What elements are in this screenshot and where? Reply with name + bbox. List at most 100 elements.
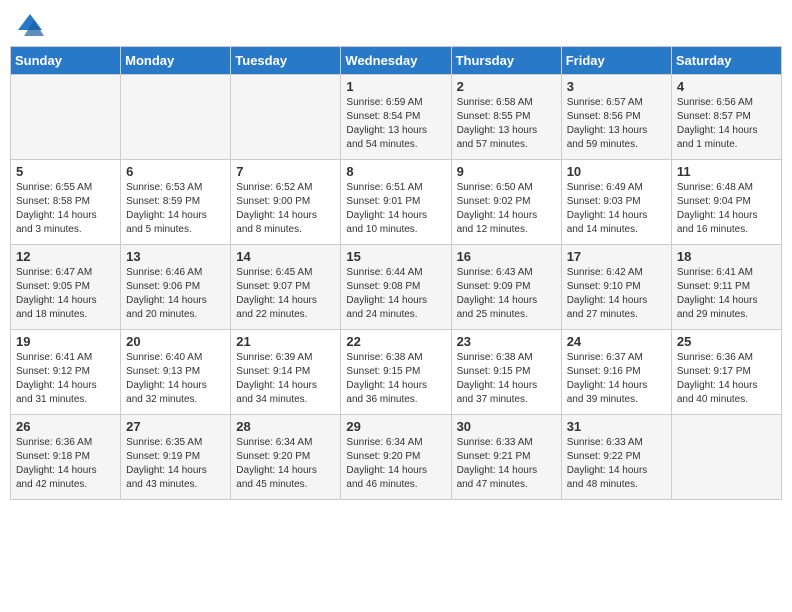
calendar-cell: 17Sunrise: 6:42 AM Sunset: 9:10 PM Dayli… <box>561 245 671 330</box>
cell-info: Sunrise: 6:45 AM Sunset: 9:07 PM Dayligh… <box>236 266 335 322</box>
weekday-header: Sunday <box>11 47 121 75</box>
cell-info: Sunrise: 6:55 AM Sunset: 8:58 PM Dayligh… <box>16 181 115 237</box>
calendar-cell: 14 Sunrise: 6:45 AM Sunset: 9:07 PM Dayli… <box>231 245 341 330</box>
calendar-cell <box>671 415 781 500</box>
calendar-header: SundayMondayTuesdayWednesdayThursdayFrid… <box>11 47 782 75</box>
cell-info: Sunrise: 6:38 AM Sunset: 9:15 PM Dayligh… <box>457 351 556 407</box>
cell-info: Sunrise: 6:52 AM Sunset: 9:00 PM Dayligh… <box>236 181 335 237</box>
calendar-cell: 11 Sunrise: 6:48 AM Sunset: 9:04 PM Dayli… <box>671 160 781 245</box>
cell-info: Sunrise: 6:33 AM Sunset: 9:22 PM Dayligh… <box>567 436 666 492</box>
cell-info: Sunrise: 6:35 AM Sunset: 9:19 PM Dayligh… <box>126 436 225 492</box>
cell-info: Sunrise: 6:36 AM Sunset: 9:17 PM Dayligh… <box>677 351 776 407</box>
calendar-cell: 25 Sunrise: 6:36 AM Sunset: 9:17 PM Dayli… <box>671 330 781 415</box>
day-number: 15 <box>346 249 445 264</box>
day-number: 7 <box>236 164 335 179</box>
day-number: 9 <box>457 164 556 179</box>
day-number: 1 <box>346 79 445 94</box>
calendar-cell: 30 Sunrise: 6:33 AM Sunset: 9:21 PM Dayli… <box>451 415 561 500</box>
day-number: 20 <box>126 334 225 349</box>
day-number: 22 <box>346 334 445 349</box>
calendar-cell <box>231 75 341 160</box>
calendar-cell: 1 Sunrise: 6:59 AM Sunset: 8:54 PM Daylig… <box>341 75 451 160</box>
day-number: 25 <box>677 334 776 349</box>
weekday-row: SundayMondayTuesdayWednesdayThursdayFrid… <box>11 47 782 75</box>
calendar-cell: 12 Sunrise: 6:47 AM Sunset: 9:05 PM Dayli… <box>11 245 121 330</box>
cell-info: Sunrise: 6:37 AM Sunset: 9:16 PM Dayligh… <box>567 351 666 407</box>
calendar-week-row: 26 Sunrise: 6:36 AM Sunset: 9:18 PM Dayli… <box>11 415 782 500</box>
cell-info: Sunrise: 6:38 AM Sunset: 9:15 PM Dayligh… <box>346 351 445 407</box>
cell-info: Sunrise: 6:34 AM Sunset: 9:20 PM Dayligh… <box>236 436 335 492</box>
calendar-table: SundayMondayTuesdayWednesdayThursdayFrid… <box>10 46 782 500</box>
calendar-cell: 28 Sunrise: 6:34 AM Sunset: 9:20 PM Dayli… <box>231 415 341 500</box>
day-number: 23 <box>457 334 556 349</box>
weekday-header: Monday <box>121 47 231 75</box>
day-number: 3 <box>567 79 666 94</box>
cell-info: Sunrise: 6:57 AM Sunset: 8:56 PM Dayligh… <box>567 96 666 152</box>
weekday-header: Saturday <box>671 47 781 75</box>
cell-info: Sunrise: 6:40 AM Sunset: 9:13 PM Dayligh… <box>126 351 225 407</box>
cell-info: Sunrise: 6:51 AM Sunset: 9:01 PM Dayligh… <box>346 181 445 237</box>
calendar-cell: 6Sunrise: 6:53 AM Sunset: 8:59 PM Daylig… <box>121 160 231 245</box>
cell-info: Sunrise: 6:59 AM Sunset: 8:54 PM Dayligh… <box>346 96 445 152</box>
calendar-cell: 20 Sunrise: 6:40 AM Sunset: 9:13 PM Dayli… <box>121 330 231 415</box>
calendar-cell: 10Sunrise: 6:49 AM Sunset: 9:03 PM Dayli… <box>561 160 671 245</box>
day-number: 24 <box>567 334 666 349</box>
calendar-cell: 3 Sunrise: 6:57 AM Sunset: 8:56 PM Daylig… <box>561 75 671 160</box>
calendar-cell: 9 Sunrise: 6:50 AM Sunset: 9:02 PM Daylig… <box>451 160 561 245</box>
calendar-week-row: 19 Sunrise: 6:41 AM Sunset: 9:12 PM Dayli… <box>11 330 782 415</box>
calendar-cell: 5 Sunrise: 6:55 AM Sunset: 8:58 PM Daylig… <box>11 160 121 245</box>
cell-info: Sunrise: 6:50 AM Sunset: 9:02 PM Dayligh… <box>457 181 556 237</box>
calendar-cell: 22 Sunrise: 6:38 AM Sunset: 9:15 PM Dayli… <box>341 330 451 415</box>
weekday-header: Wednesday <box>341 47 451 75</box>
day-number: 10 <box>567 164 666 179</box>
calendar-cell: 23 Sunrise: 6:38 AM Sunset: 9:15 PM Dayli… <box>451 330 561 415</box>
day-number: 4 <box>677 79 776 94</box>
cell-info: Sunrise: 6:41 AM Sunset: 9:12 PM Dayligh… <box>16 351 115 407</box>
calendar-cell <box>121 75 231 160</box>
cell-info: Sunrise: 6:58 AM Sunset: 8:55 PM Dayligh… <box>457 96 556 152</box>
cell-info: Sunrise: 6:48 AM Sunset: 9:04 PM Dayligh… <box>677 181 776 237</box>
day-number: 5 <box>16 164 115 179</box>
day-number: 19 <box>16 334 115 349</box>
calendar-cell: 8 Sunrise: 6:51 AM Sunset: 9:01 PM Daylig… <box>341 160 451 245</box>
day-number: 31 <box>567 419 666 434</box>
calendar-cell: 21Sunrise: 6:39 AM Sunset: 9:14 PM Dayli… <box>231 330 341 415</box>
page-header <box>10 10 782 38</box>
weekday-header: Friday <box>561 47 671 75</box>
day-number: 18 <box>677 249 776 264</box>
day-number: 21 <box>236 334 335 349</box>
calendar-cell <box>11 75 121 160</box>
cell-info: Sunrise: 6:56 AM Sunset: 8:57 PM Dayligh… <box>677 96 776 152</box>
day-number: 12 <box>16 249 115 264</box>
day-number: 28 <box>236 419 335 434</box>
cell-info: Sunrise: 6:41 AM Sunset: 9:11 PM Dayligh… <box>677 266 776 322</box>
day-number: 30 <box>457 419 556 434</box>
calendar-cell: 13Sunrise: 6:46 AM Sunset: 9:06 PM Dayli… <box>121 245 231 330</box>
day-number: 11 <box>677 164 776 179</box>
calendar-week-row: 12 Sunrise: 6:47 AM Sunset: 9:05 PM Dayli… <box>11 245 782 330</box>
day-number: 26 <box>16 419 115 434</box>
day-number: 16 <box>457 249 556 264</box>
day-number: 13 <box>126 249 225 264</box>
day-number: 17 <box>567 249 666 264</box>
calendar-week-row: 5 Sunrise: 6:55 AM Sunset: 8:58 PM Daylig… <box>11 160 782 245</box>
calendar-week-row: 1 Sunrise: 6:59 AM Sunset: 8:54 PM Daylig… <box>11 75 782 160</box>
cell-info: Sunrise: 6:44 AM Sunset: 9:08 PM Dayligh… <box>346 266 445 322</box>
calendar-cell: 26 Sunrise: 6:36 AM Sunset: 9:18 PM Dayli… <box>11 415 121 500</box>
logo-icon <box>14 10 42 38</box>
cell-info: Sunrise: 6:43 AM Sunset: 9:09 PM Dayligh… <box>457 266 556 322</box>
cell-info: Sunrise: 6:47 AM Sunset: 9:05 PM Dayligh… <box>16 266 115 322</box>
cell-info: Sunrise: 6:33 AM Sunset: 9:21 PM Dayligh… <box>457 436 556 492</box>
calendar-body: 1 Sunrise: 6:59 AM Sunset: 8:54 PM Daylig… <box>11 75 782 500</box>
day-number: 14 <box>236 249 335 264</box>
day-number: 2 <box>457 79 556 94</box>
calendar-cell: 29Sunrise: 6:34 AM Sunset: 9:20 PM Dayli… <box>341 415 451 500</box>
calendar-cell: 27 Sunrise: 6:35 AM Sunset: 9:19 PM Dayli… <box>121 415 231 500</box>
day-number: 27 <box>126 419 225 434</box>
calendar-cell: 2 Sunrise: 6:58 AM Sunset: 8:55 PM Daylig… <box>451 75 561 160</box>
day-number: 8 <box>346 164 445 179</box>
calendar-cell: 16 Sunrise: 6:43 AM Sunset: 9:09 PM Dayli… <box>451 245 561 330</box>
cell-info: Sunrise: 6:36 AM Sunset: 9:18 PM Dayligh… <box>16 436 115 492</box>
calendar-cell: 18 Sunrise: 6:41 AM Sunset: 9:11 PM Dayli… <box>671 245 781 330</box>
calendar-cell: 31 Sunrise: 6:33 AM Sunset: 9:22 PM Dayli… <box>561 415 671 500</box>
